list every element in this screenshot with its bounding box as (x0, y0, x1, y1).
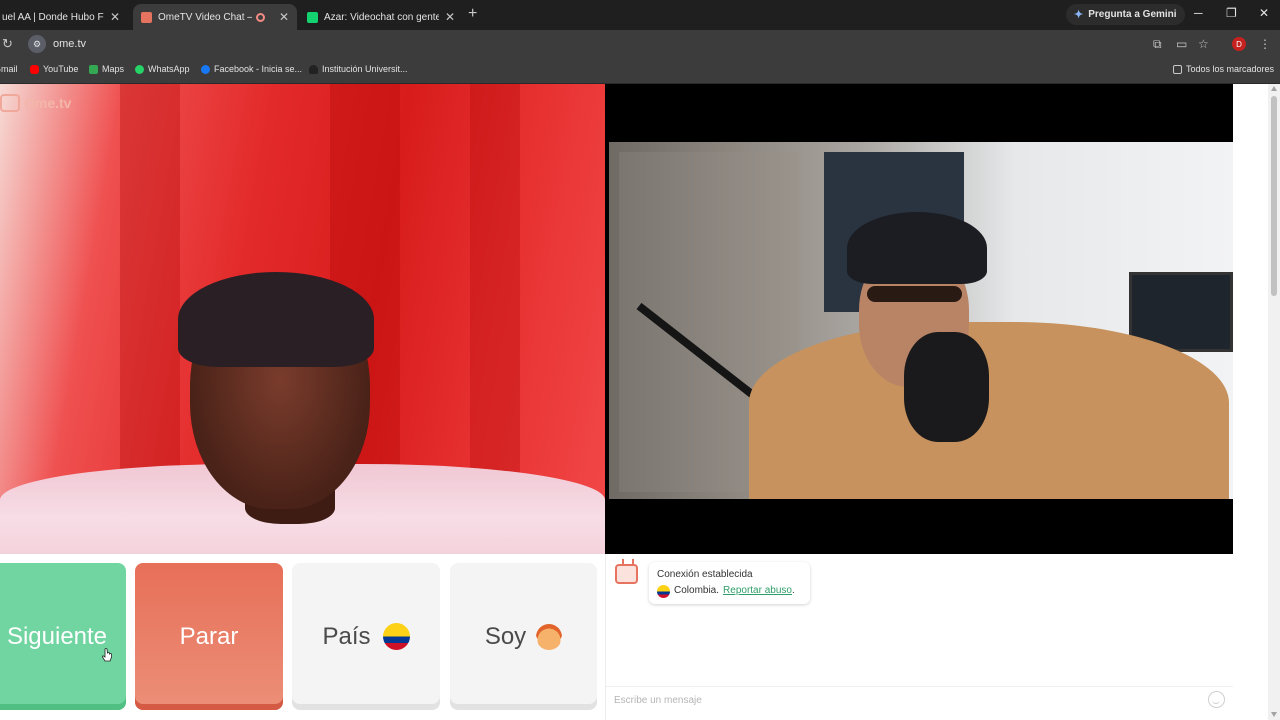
tab-azar[interactable]: Azar: Videochat con gente nue ✕ (299, 4, 463, 30)
country-button[interactable]: País (292, 563, 440, 710)
bookmark-label: Institución Universit... (322, 64, 408, 74)
bookmark-facebook[interactable]: Facebook - Inicia se... (201, 64, 302, 74)
tab-title: uel AA | Donde Hubo Fuego (2, 11, 104, 23)
restore-icon[interactable]: ❐ (1226, 6, 1237, 20)
bookmark-institucion[interactable]: Institución Universit... (309, 64, 408, 74)
close-icon[interactable]: ✕ (279, 10, 289, 24)
connection-status: Conexión establecida (657, 569, 753, 580)
azar-favicon-icon (307, 11, 318, 23)
bookmark-label: YouTube (43, 64, 79, 74)
next-label: Siguiente (6, 622, 108, 650)
colombia-flag-icon (657, 584, 670, 598)
browser-tabstrip: uel AA | Donde Hubo Fuego ✕ OmeTV Video … (0, 0, 1280, 30)
stranger-cap (847, 212, 987, 284)
window-close-icon[interactable]: ✕ (1259, 6, 1269, 20)
scroll-down-icon[interactable] (1271, 712, 1277, 717)
tab-title: OmeTV Video Chat — Ome (158, 11, 252, 23)
all-bookmarks-label: Todos los marcadores (1186, 64, 1275, 74)
bookmark-star-icon[interactable]: ☆ (1198, 37, 1209, 51)
bookmark-maps[interactable]: Maps (89, 64, 124, 74)
person-icon (309, 64, 318, 74)
browser-toolbar: ↻ ⚙ ome.tv ⧉ ▭ ☆ ⋮ (0, 30, 1280, 58)
message-input[interactable] (606, 686, 1233, 714)
next-button[interactable]: Siguiente (0, 563, 126, 710)
colombia-flag-icon (382, 623, 410, 650)
gender-label: Soy (484, 622, 527, 650)
country-name: Colombia. (674, 585, 720, 596)
new-tab-button[interactable]: + (468, 5, 477, 23)
hand-cursor-icon (101, 648, 112, 662)
ometv-chat-avatar-icon (615, 559, 638, 584)
self-durag (178, 272, 374, 367)
bookmark-youtube[interactable]: YouTube (30, 64, 78, 74)
whatsapp-icon (135, 64, 144, 74)
youtube-icon (30, 64, 39, 74)
stranger-video (605, 84, 1233, 554)
stop-button[interactable]: Parar (135, 563, 283, 710)
cast-icon[interactable]: ▭ (1176, 37, 1187, 51)
boy-emoji-icon (536, 623, 563, 650)
all-bookmarks[interactable]: Todos los marcadores (1173, 64, 1274, 74)
gender-button[interactable]: Soy (450, 563, 597, 710)
ometv-favicon-icon (141, 11, 152, 23)
bookmark-label: Maps (102, 64, 125, 74)
report-suffix: . (791, 585, 795, 596)
address-bar[interactable]: ⚙ ome.tv (26, 33, 1146, 55)
bookmark-label: WhatsApp (148, 64, 190, 74)
bookmark-gmail[interactable]: Gmail (0, 64, 18, 74)
tab-donde-hubo-fuego[interactable]: uel AA | Donde Hubo Fuego ✕ (0, 4, 128, 30)
gemini-spark-icon: ✦ (1074, 9, 1084, 21)
ometv-page: Ome.tv Siguiente Parar País Soy Conexión… (0, 84, 1268, 720)
gemini-label: Pregunta a Gemini (1088, 9, 1177, 20)
country-row: Colombia. Reportar abuso. (657, 583, 802, 599)
translate-icon[interactable]: ⧉ (1153, 37, 1162, 52)
tv-logo-icon (0, 94, 20, 112)
gemini-button[interactable]: ✦ Pregunta a Gemini (1066, 4, 1185, 25)
tab-ometv[interactable]: OmeTV Video Chat — Ome ✕ (133, 4, 297, 30)
menu-icon[interactable]: ⋮ (1259, 37, 1271, 51)
bookmarks-bar: Gmail YouTube Maps WhatsApp Facebook - I… (0, 58, 1280, 84)
self-video: Ome.tv (0, 84, 605, 554)
reload-icon[interactable]: ↻ (2, 36, 13, 52)
logo-text: Ome.tv (24, 95, 72, 111)
minimize-icon[interactable]: ─ (1194, 6, 1203, 20)
tab-title: Azar: Videochat con gente nue (324, 11, 439, 23)
profile-avatar[interactable]: D (1232, 37, 1246, 51)
stranger-hoodie (749, 322, 1229, 499)
report-abuse-link[interactable]: Reportar abuso (723, 585, 792, 596)
bookmark-label: Facebook - Inicia se... (214, 64, 303, 74)
page-scrollbar[interactable] (1268, 84, 1280, 720)
stop-label: Parar (179, 622, 239, 650)
folder-icon (1173, 64, 1182, 74)
microphone (904, 332, 989, 442)
bookmark-whatsapp[interactable]: WhatsApp (135, 64, 190, 74)
close-icon[interactable]: ✕ (110, 10, 120, 24)
emoji-picker-icon[interactable] (1208, 691, 1225, 708)
site-info-icon[interactable]: ⚙ (28, 35, 46, 53)
facebook-icon (201, 64, 210, 74)
scrollbar-thumb[interactable] (1271, 96, 1277, 296)
scroll-up-icon[interactable] (1271, 86, 1277, 91)
system-message: Conexión establecida Colombia. Reportar … (649, 562, 810, 604)
close-icon[interactable]: ✕ (445, 10, 455, 24)
stranger-sunglasses (867, 286, 962, 302)
bookmark-label: Gmail (0, 64, 18, 74)
chat-panel: Conexión establecida Colombia. Reportar … (605, 554, 1233, 720)
recording-icon (255, 12, 265, 22)
ometv-logo[interactable]: Ome.tv (0, 94, 71, 112)
url-text: ome.tv (53, 38, 87, 50)
stranger-scene (609, 142, 1233, 499)
maps-icon (89, 64, 98, 74)
country-label: País (322, 622, 371, 650)
